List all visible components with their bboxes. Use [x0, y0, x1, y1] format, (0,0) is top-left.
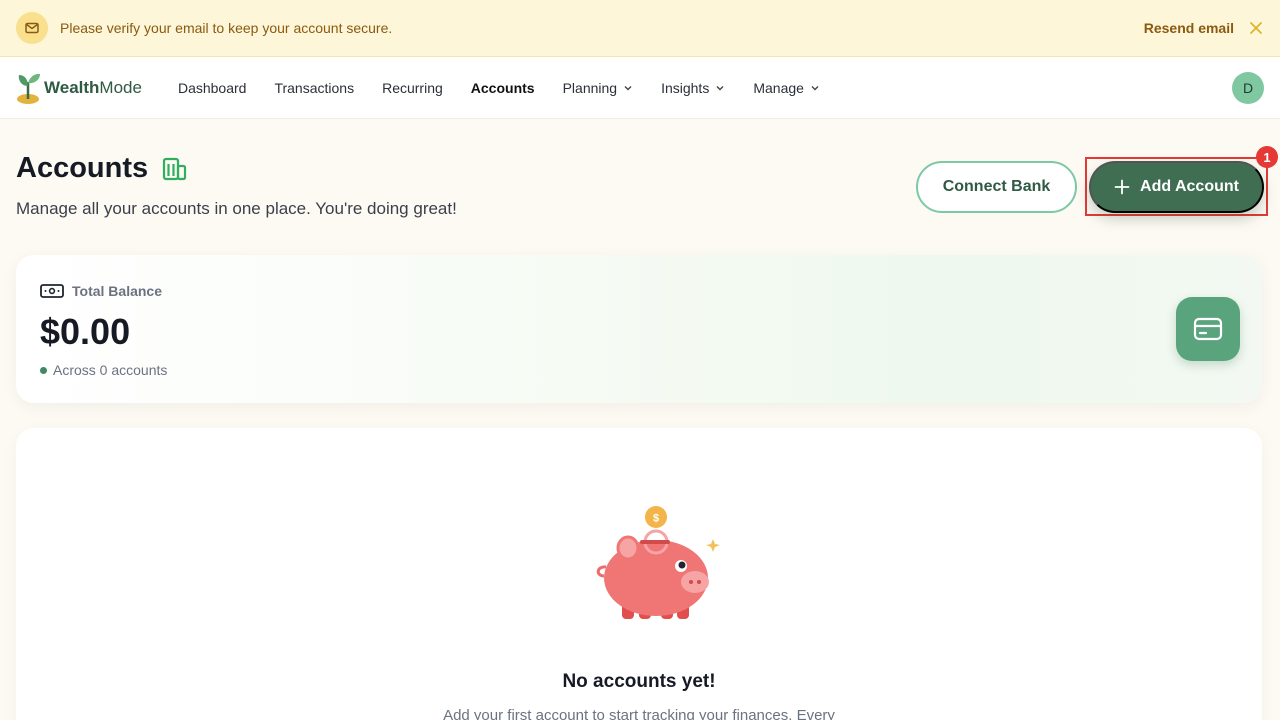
step-badge: 1 — [1256, 146, 1278, 168]
cash-icon — [40, 284, 64, 298]
nav-manage-label: Manage — [753, 79, 804, 96]
nav-accounts[interactable]: Accounts — [471, 80, 535, 96]
nav-planning[interactable]: Planning — [563, 80, 634, 96]
plus-icon — [1114, 179, 1130, 195]
empty-state-title: No accounts yet! — [562, 671, 716, 692]
avatar[interactable]: D — [1232, 71, 1264, 104]
piggy-bank-icon: $ — [596, 506, 720, 619]
page-title: Accounts — [16, 152, 149, 184]
chevron-down-icon — [716, 85, 724, 90]
account-count: Across 0 accounts — [53, 362, 168, 378]
page-subtitle: Manage all your accounts in one place. Y… — [16, 199, 457, 218]
total-balance-label-row: Total Balance — [40, 283, 162, 299]
verify-email-banner: Please verify your email to keep your ac… — [0, 0, 1280, 57]
sprout-logo-icon — [17, 73, 40, 104]
total-balance-card: Total Balance $0.00 Across 0 accounts — [16, 255, 1262, 403]
credit-card-icon — [1176, 297, 1240, 361]
building-icon — [163, 157, 187, 180]
nav-planning-label: Planning — [562, 79, 618, 96]
nav-insights[interactable]: Insights — [661, 80, 725, 96]
nav-insights-label: Insights — [661, 79, 710, 96]
nav-dashboard[interactable]: Dashboard — [178, 80, 247, 96]
page-title-row: Accounts — [16, 152, 188, 185]
chevron-down-icon — [624, 85, 632, 90]
mail-icon — [16, 12, 48, 44]
top-nav: WealthMode Dashboard Transactions Recurr… — [0, 57, 1280, 119]
chevron-down-icon — [811, 85, 819, 90]
add-account-button[interactable]: Add Account — [1089, 161, 1264, 213]
total-balance-amount: $0.00 — [40, 311, 131, 352]
accounts-empty-state: $ No accounts yet! Add your first accoun… — [16, 428, 1262, 720]
resend-email-link[interactable]: Resend email — [1144, 20, 1234, 36]
logo-text: WealthMode — [44, 77, 142, 97]
banner-message: Please verify your email to keep your ac… — [60, 20, 393, 36]
status-dot — [40, 366, 47, 374]
total-balance-label: Total Balance — [72, 283, 162, 299]
nav-manage[interactable]: Manage — [753, 80, 820, 96]
nav-transactions[interactable]: Transactions — [274, 80, 354, 96]
close-icon[interactable] — [1248, 20, 1264, 36]
connect-bank-button[interactable]: Connect Bank — [916, 161, 1077, 213]
add-account-label: Add Account — [1140, 178, 1239, 195]
nav-recurring[interactable]: Recurring — [382, 80, 443, 96]
empty-state-description: Add your first account to start tracking… — [443, 707, 835, 720]
logo[interactable]: WealthMode — [16, 70, 142, 106]
svg-text:$: $ — [653, 513, 659, 525]
account-count-row: Across 0 accounts — [40, 362, 167, 378]
